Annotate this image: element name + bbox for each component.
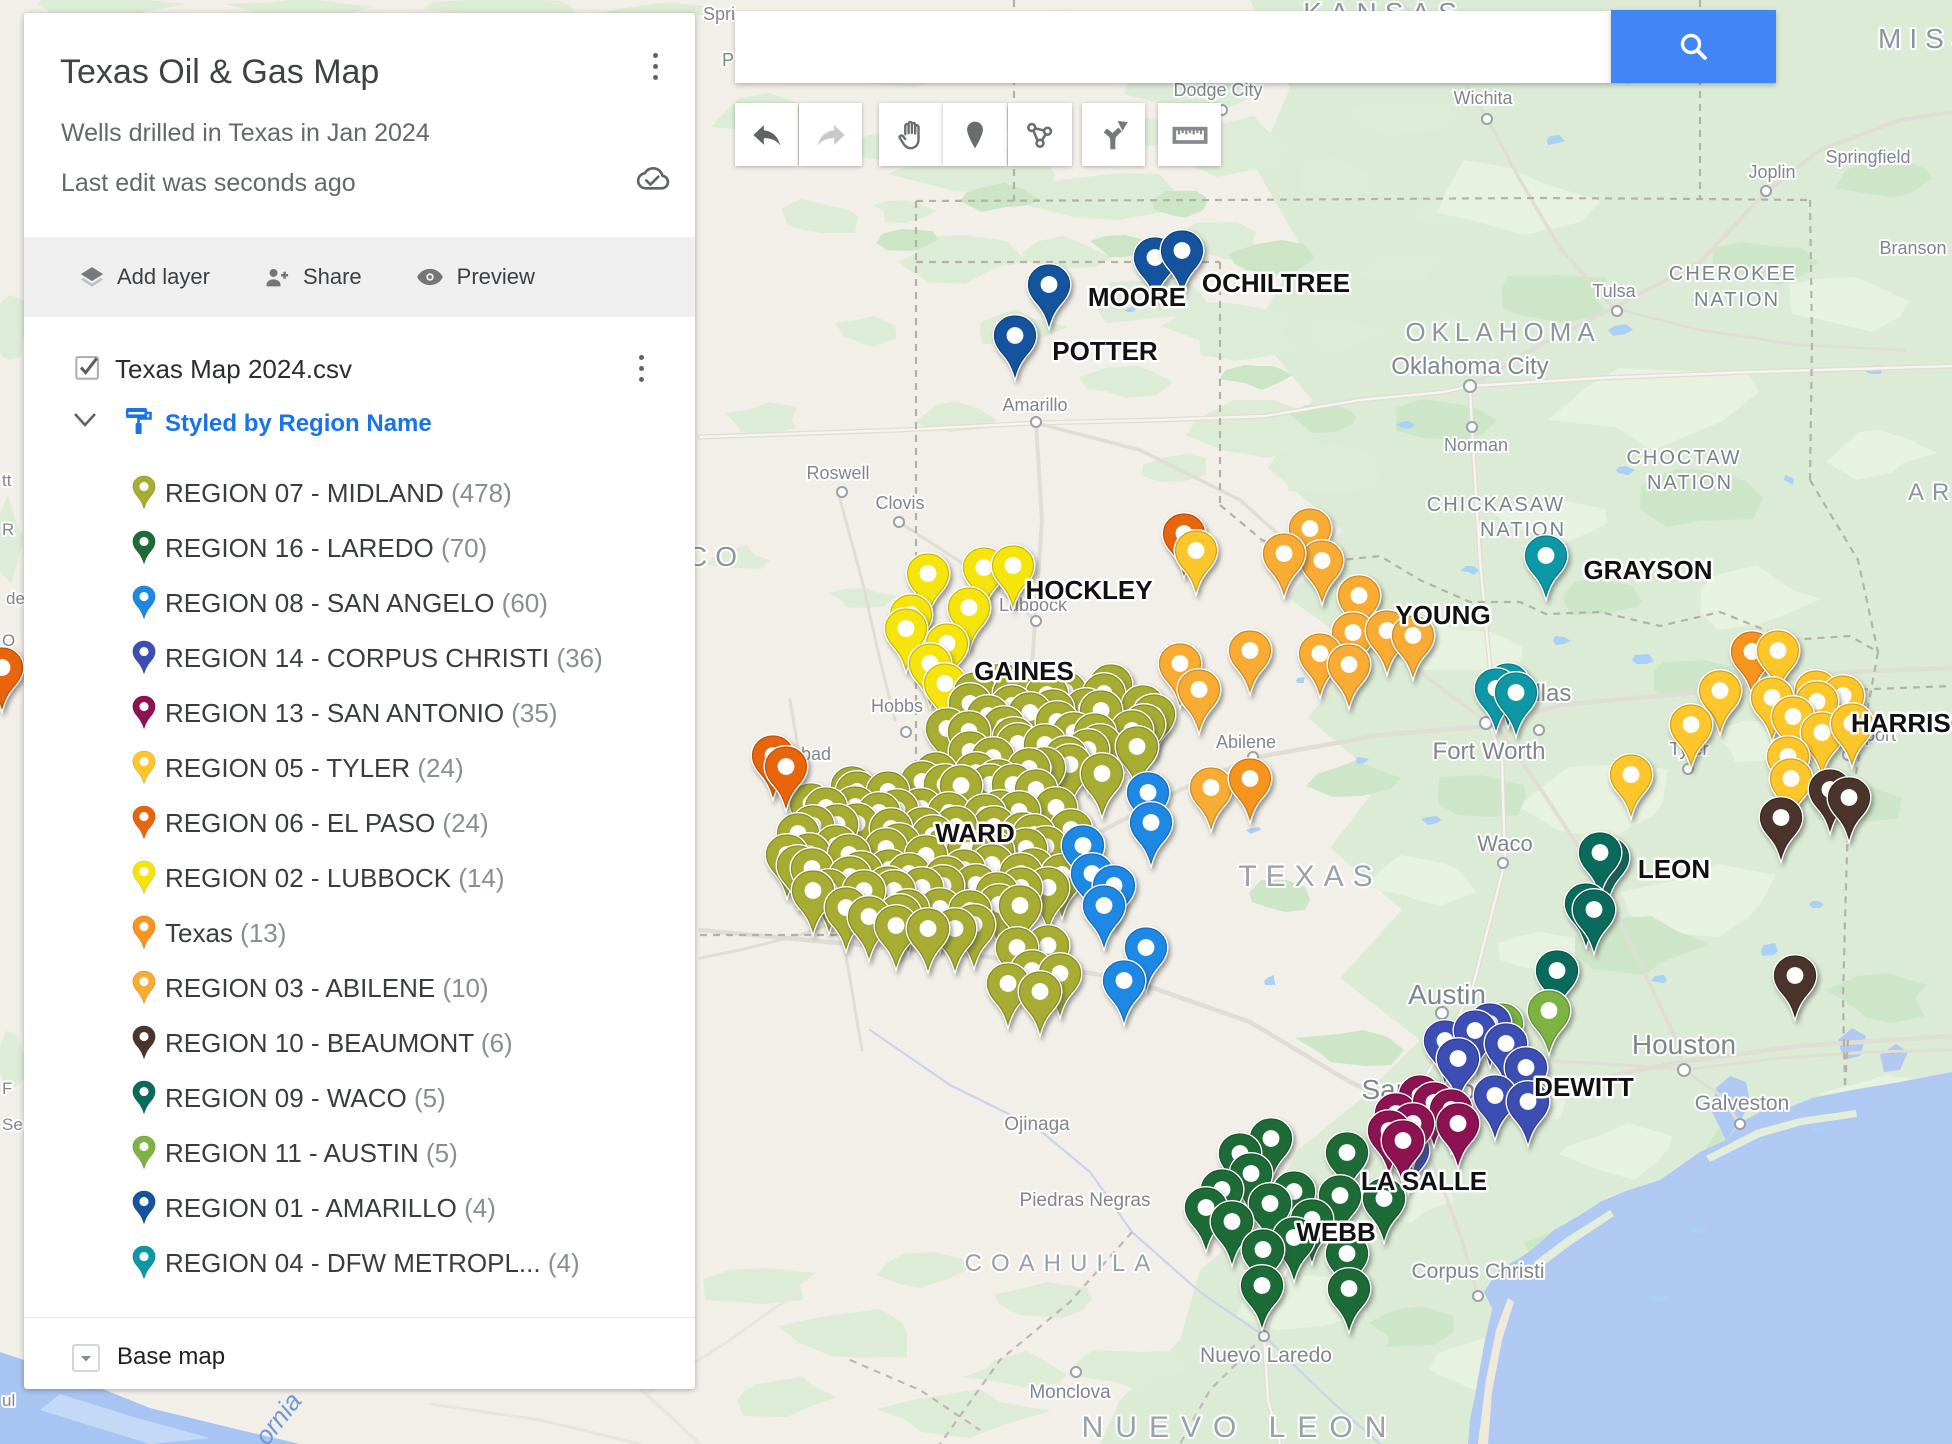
svg-text:NATION: NATION <box>1694 289 1780 311</box>
svg-text:Galveston: Galveston <box>1695 1092 1790 1115</box>
svg-text:F: F <box>2 1079 12 1098</box>
svg-text:MISSO: MISSO <box>1878 23 1952 54</box>
svg-text:Corpus Christi: Corpus Christi <box>1411 1260 1544 1283</box>
svg-text:Waco: Waco <box>1477 831 1532 856</box>
svg-text:WARD: WARD <box>935 818 1014 848</box>
svg-text:Spri: Spri <box>703 4 735 24</box>
svg-text:Hobbs: Hobbs <box>871 696 923 716</box>
svg-text:GRAYSON: GRAYSON <box>1583 555 1712 585</box>
svg-text:Piedras Negras: Piedras Negras <box>1020 1190 1151 1211</box>
svg-text:Springfield: Springfield <box>1825 147 1910 167</box>
svg-text:Abilene: Abilene <box>1216 732 1276 752</box>
svg-text:Monclova: Monclova <box>1029 1382 1111 1403</box>
svg-text:CHOCTAW: CHOCTAW <box>1626 447 1741 469</box>
svg-text:HARRISON: HARRISON <box>1851 708 1952 738</box>
svg-text:COAHUILA: COAHUILA <box>965 1250 1160 1277</box>
svg-text:Tulsa: Tulsa <box>1592 281 1636 301</box>
svg-text:tt: tt <box>2 471 12 490</box>
svg-text:OCHILTREE: OCHILTREE <box>1202 268 1350 298</box>
svg-text:Roswell: Roswell <box>806 463 869 483</box>
svg-text:Branson: Branson <box>1879 238 1946 258</box>
svg-text:OKLAHOMA: OKLAHOMA <box>1405 317 1600 347</box>
svg-text:Fort Worth: Fort Worth <box>1433 738 1546 765</box>
svg-text:LEON: LEON <box>1638 854 1710 884</box>
svg-text:Wichita: Wichita <box>1453 88 1513 108</box>
svg-text:Houston: Houston <box>1632 1029 1736 1060</box>
svg-text:LA SALLE: LA SALLE <box>1361 1166 1487 1196</box>
svg-text:Nuevo Laredo: Nuevo Laredo <box>1200 1344 1332 1367</box>
svg-text:Oklahoma City: Oklahoma City <box>1391 353 1548 380</box>
svg-text:GAINES: GAINES <box>974 656 1074 686</box>
svg-text:CO: CO <box>687 541 745 572</box>
svg-text:Se: Se <box>2 1115 23 1134</box>
svg-text:Norman: Norman <box>1444 435 1508 455</box>
svg-text:NUEVO LEON: NUEVO LEON <box>1082 1411 1399 1444</box>
svg-text:YOUNG: YOUNG <box>1395 600 1490 630</box>
svg-text:TEXAS: TEXAS <box>1238 860 1381 893</box>
svg-text:CHICKASAW: CHICKASAW <box>1427 494 1565 516</box>
svg-text:Amarillo: Amarillo <box>1002 395 1067 415</box>
svg-text:POTTER: POTTER <box>1052 336 1158 366</box>
svg-text:CHEROKEE: CHEROKEE <box>1669 263 1797 285</box>
svg-text:P: P <box>722 50 734 70</box>
svg-text:HOCKLEY: HOCKLEY <box>1025 575 1152 605</box>
svg-text:R: R <box>2 520 14 539</box>
svg-text:Dodge City: Dodge City <box>1173 80 1262 100</box>
svg-text:de: de <box>6 589 25 608</box>
svg-text:Clovis: Clovis <box>875 493 924 513</box>
svg-text:Joplin: Joplin <box>1748 162 1795 182</box>
svg-text:Austin: Austin <box>1408 979 1486 1010</box>
svg-text:DEWITT: DEWITT <box>1534 1072 1634 1102</box>
svg-text:Ojinaga: Ojinaga <box>1004 1114 1070 1135</box>
svg-text:ul: ul <box>2 1391 15 1410</box>
svg-text:ARKAN: ARKAN <box>1908 479 1952 506</box>
svg-text:MOORE: MOORE <box>1088 282 1186 312</box>
svg-text:WEBB: WEBB <box>1296 1217 1375 1247</box>
svg-text:NATION: NATION <box>1647 472 1733 494</box>
